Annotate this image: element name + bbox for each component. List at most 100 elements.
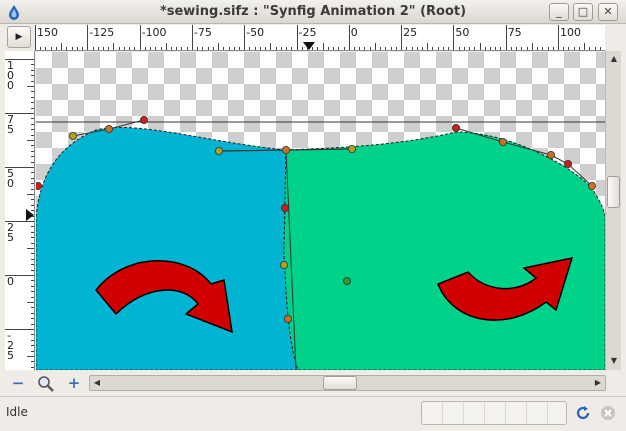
ruler-minor-tick [31,237,34,239]
ruler-minor-tick [364,47,366,50]
ruler-minor-tick [31,129,34,131]
ruler-minor-tick [291,47,293,50]
horizontal-scroll-thumb[interactable] [323,376,357,390]
spline-vertex-handle[interactable] [564,160,573,169]
stop-render-icon[interactable] [599,404,617,422]
ruler-minor-tick [31,102,34,104]
spline-vertex-handle[interactable] [105,125,114,134]
horizontal-scrollbar[interactable]: ◀ ▶ [89,375,606,391]
ruler-minor-tick [31,199,34,201]
scroll-up-arrow-icon[interactable]: ▲ [608,53,620,65]
drawing-canvas[interactable] [36,52,605,370]
ruler-minor-tick [27,86,34,87]
spline-vertex-handle[interactable] [283,314,292,323]
ruler-major-tick [5,221,34,222]
ruler-minor-tick [31,361,34,363]
ruler-minor-tick [233,47,235,50]
ruler-minor-tick [31,339,34,341]
ruler-minor-tick [181,47,183,50]
vertical-scroll-thumb[interactable] [607,176,620,208]
spline-vertex-handle[interactable] [281,146,290,155]
zoom-out-button[interactable]: − [9,374,27,392]
ruler-minor-tick [31,226,34,228]
ruler-label: -75 [193,26,212,39]
spline-vertex-handle[interactable] [279,260,288,269]
ruler-minor-tick [186,47,188,50]
scroll-right-arrow-icon[interactable]: ▶ [592,377,604,389]
ruler-major-tick [558,25,559,50]
ruler-label: 150 [37,26,58,39]
ruler-minor-tick [197,47,199,50]
ruler-minor-tick [31,177,34,179]
ruler-major-tick [401,25,403,50]
vertical-scrollbar[interactable]: ▲ ▼ [605,51,621,370]
magnifier-icon[interactable] [37,375,55,393]
ruler-label: 75 [507,26,522,39]
ruler-minor-tick [31,96,34,98]
ruler-minor-tick [31,253,34,255]
ruler-minor-tick [31,264,34,266]
ruler-minor-tick [27,356,34,357]
ruler-minor-tick [27,302,34,303]
ruler-minor-tick [317,47,319,50]
zoom-in-button[interactable]: + [65,374,83,392]
scroll-down-arrow-icon[interactable]: ▼ [608,355,620,367]
ruler-minor-tick [432,47,434,50]
ruler-minor-tick [31,118,34,120]
spline-vertex-handle[interactable] [140,116,149,125]
spline-vertex-handle[interactable] [588,181,597,190]
ruler-minor-tick [31,307,34,309]
spline-vertex-handle[interactable] [498,138,507,147]
spline-vertex-handle[interactable] [347,145,356,154]
ruler-minor-tick [458,47,460,50]
ruler-major-tick [5,113,34,114]
spline-vertex-handle[interactable] [69,132,78,141]
spline-vertex-handle[interactable] [451,124,460,133]
ruler-minor-tick [223,47,225,50]
ruler-minor-tick [448,47,450,50]
ruler-minor-tick [27,194,34,195]
spline-vertex-handle[interactable] [36,182,42,190]
ruler-minor-tick [526,47,528,50]
ruler-label: 1 0 0 [7,59,14,92]
ruler-minor-tick [359,47,361,50]
ruler-minor-tick [479,43,481,50]
ruler-major-tick [5,59,34,60]
ruler-major-tick [348,25,350,50]
spline-vertex-handle[interactable] [546,151,555,160]
ruler-minor-tick [270,43,272,50]
ruler-minor-tick [31,366,34,368]
ruler-position-marker-icon [26,209,34,221]
ruler-minor-tick [228,47,230,50]
maximize-button[interactable]: □ [573,3,593,21]
ruler-minor-tick [31,183,34,185]
ruler-label: 0 [7,275,14,288]
ruler-minor-tick [31,134,34,136]
ruler-major-tick [5,329,34,330]
spline-vertex-handle[interactable] [214,147,223,156]
minimize-button[interactable]: _ [549,3,569,21]
toggle-panel-button[interactable]: ▶ [7,26,31,48]
ruler-minor-tick [31,64,34,66]
status-bar: Idle [0,396,626,431]
ruler-minor-tick [254,47,256,50]
scroll-left-arrow-icon[interactable]: ◀ [91,377,103,389]
status-text: Idle [6,405,28,419]
ruler-minor-tick [500,47,502,50]
ruler-minor-tick [71,47,73,50]
ruler-minor-tick [474,47,476,50]
ruler-minor-tick [484,47,486,50]
ruler-major-tick [139,25,141,50]
ruler-minor-tick [27,140,34,141]
ruler-minor-tick [594,47,596,50]
vertical-ruler: 1 0 0 7 5 5 0 2 5 0 - 2 5 [5,51,35,370]
ruler-minor-tick [155,47,157,50]
spline-vertex-handle[interactable] [342,276,351,285]
refresh-icon[interactable] [574,404,592,422]
ruler-label: 100 [560,26,581,39]
ruler-major-tick [5,275,34,276]
ruler-minor-tick [66,47,68,50]
ruler-minor-tick [176,47,178,50]
spline-vertex-handle[interactable] [280,203,289,212]
close-button[interactable]: ✕ [598,3,618,21]
